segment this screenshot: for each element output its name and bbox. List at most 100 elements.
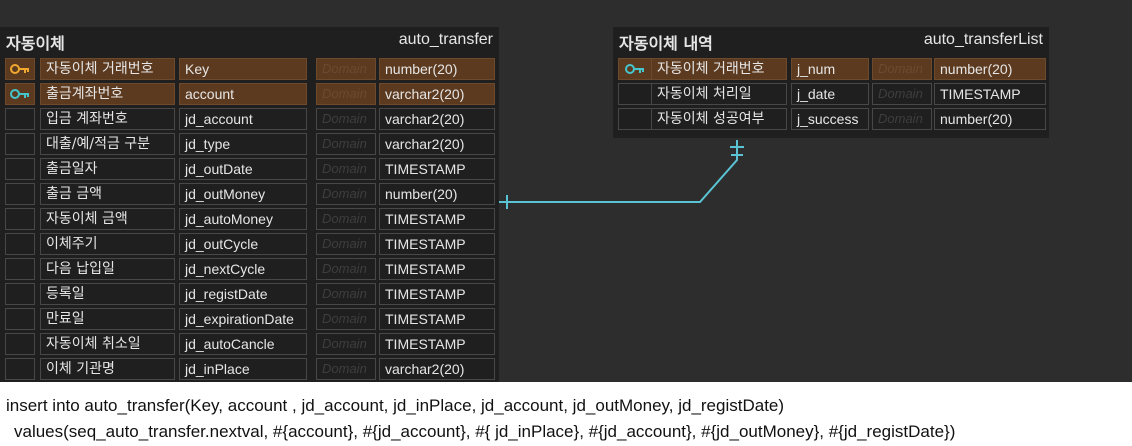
column-data-type: TIMESTAMP bbox=[379, 308, 495, 330]
column-physical-name: jd_registDate bbox=[179, 283, 307, 305]
column-row[interactable]: 자동이체 거래번호 j_num Domain number(20) bbox=[613, 57, 1049, 82]
column-domain: Domain bbox=[316, 183, 376, 205]
sql-insert-line: insert into auto_transfer(Key, account ,… bbox=[6, 396, 785, 415]
column-icon-slot bbox=[5, 133, 35, 155]
column-physical-name: j_date bbox=[791, 83, 869, 105]
column-row[interactable]: 출금일자 jd_outDate Domain TIMESTAMP bbox=[0, 157, 499, 182]
column-row[interactable]: 출금 금액 jd_outMoney Domain number(20) bbox=[0, 182, 499, 207]
column-physical-name: jd_nextCycle bbox=[179, 258, 307, 280]
column-row[interactable]: 만료일 jd_expirationDate Domain TIMESTAMP bbox=[0, 307, 499, 332]
column-logical-name: 이체 기관명 bbox=[40, 358, 175, 380]
column-physical-name: j_num bbox=[791, 58, 869, 80]
column-data-type: varchar2(20) bbox=[379, 83, 495, 105]
entity-physical-name: auto_transfer bbox=[398, 31, 493, 48]
column-domain: Domain bbox=[316, 358, 376, 380]
column-logical-name: 등록일 bbox=[40, 283, 175, 305]
column-data-type: number(20) bbox=[934, 108, 1046, 130]
column-row[interactable]: 등록일 jd_registDate Domain TIMESTAMP bbox=[0, 282, 499, 307]
column-row[interactable]: 다음 납입일 jd_nextCycle Domain TIMESTAMP bbox=[0, 257, 499, 282]
column-domain: Domain bbox=[316, 283, 376, 305]
column-row[interactable]: 자동이체 성공여부 j_success Domain number(20) bbox=[613, 107, 1049, 132]
column-logical-name: 이체주기 bbox=[40, 233, 175, 255]
column-domain: Domain bbox=[316, 58, 376, 80]
column-row[interactable]: 입금 계좌번호 jd_account Domain varchar2(20) bbox=[0, 107, 499, 132]
column-data-type: varchar2(20) bbox=[379, 133, 495, 155]
column-data-type: varchar2(20) bbox=[379, 108, 495, 130]
column-row[interactable]: 대출/예/적금 구분 jd_type Domain varchar2(20) bbox=[0, 132, 499, 157]
column-row[interactable]: 출금계좌번호 account Domain varchar2(20) bbox=[0, 82, 499, 107]
entity-logical-name: 자동이체 bbox=[6, 34, 65, 53]
column-icon-slot bbox=[5, 208, 35, 230]
column-icon-slot bbox=[5, 183, 35, 205]
entity-header: 자동이체 내역 auto_transferList bbox=[613, 27, 1049, 55]
column-domain: Domain bbox=[316, 233, 376, 255]
column-data-type: number(20) bbox=[379, 183, 495, 205]
column-logical-name: 자동이체 거래번호 bbox=[651, 58, 787, 80]
column-physical-name: jd_autoMoney bbox=[179, 208, 307, 230]
column-logical-name: 만료일 bbox=[40, 308, 175, 330]
column-data-type: TIMESTAMP bbox=[379, 258, 495, 280]
column-logical-name: 자동이체 금액 bbox=[40, 208, 175, 230]
column-row[interactable]: 자동이체 금액 jd_autoMoney Domain TIMESTAMP bbox=[0, 207, 499, 232]
column-domain: Domain bbox=[316, 158, 376, 180]
column-physical-name: jd_outMoney bbox=[179, 183, 307, 205]
column-physical-name: Key bbox=[179, 58, 307, 80]
sql-text-block: insert into auto_transfer(Key, account ,… bbox=[0, 382, 1132, 446]
column-physical-name: jd_expirationDate bbox=[179, 308, 307, 330]
column-icon-slot bbox=[5, 158, 35, 180]
column-domain: Domain bbox=[872, 83, 932, 105]
column-physical-name: jd_type bbox=[179, 133, 307, 155]
column-data-type: TIMESTAMP bbox=[379, 333, 495, 355]
column-logical-name: 자동이체 취소일 bbox=[40, 333, 175, 355]
column-data-type: TIMESTAMP bbox=[379, 208, 495, 230]
column-physical-name: jd_outDate bbox=[179, 158, 307, 180]
column-row[interactable]: 이체 기관명 jd_inPlace Domain varchar2(20) bbox=[0, 357, 499, 382]
column-logical-name: 대출/예/적금 구분 bbox=[40, 133, 175, 155]
column-icon-slot bbox=[618, 108, 652, 130]
column-physical-name: jd_inPlace bbox=[179, 358, 307, 380]
column-logical-name: 자동이체 처리일 bbox=[651, 83, 787, 105]
column-data-type: TIMESTAMP bbox=[379, 158, 495, 180]
column-list: 자동이체 거래번호 j_num Domain number(20) 자동이체 처리일 j_… bbox=[613, 57, 1049, 132]
column-logical-name: 자동이체 성공여부 bbox=[651, 108, 787, 130]
column-data-type: number(20) bbox=[934, 58, 1046, 80]
entity-auto-transfer[interactable]: 자동이체 auto_transfer 자동이체 거래번호 Key Domain num… bbox=[0, 27, 499, 382]
column-physical-name: jd_account bbox=[179, 108, 307, 130]
column-row[interactable]: 자동이체 처리일 j_date Domain TIMESTAMP bbox=[613, 82, 1049, 107]
sql-values-line: values(seq_auto_transfer.nextval, #{acco… bbox=[14, 422, 956, 441]
column-row[interactable]: 자동이체 취소일 jd_autoCancle Domain TIMESTAMP bbox=[0, 332, 499, 357]
entity-physical-name: auto_transferList bbox=[923, 31, 1043, 48]
column-list: 자동이체 거래번호 Key Domain number(20) 출금계좌번호 accoun… bbox=[0, 57, 499, 382]
column-data-type: TIMESTAMP bbox=[379, 233, 495, 255]
column-domain: Domain bbox=[316, 308, 376, 330]
column-icon-slot bbox=[5, 308, 35, 330]
column-data-type: TIMESTAMP bbox=[934, 83, 1046, 105]
column-logical-name: 출금일자 bbox=[40, 158, 175, 180]
entity-logical-name: 자동이체 내역 bbox=[619, 34, 713, 53]
column-logical-name: 출금계좌번호 bbox=[40, 83, 175, 105]
column-physical-name: account bbox=[179, 83, 307, 105]
column-data-type: number(20) bbox=[379, 58, 495, 80]
column-data-type: TIMESTAMP bbox=[379, 283, 495, 305]
column-icon-slot bbox=[5, 233, 35, 255]
entity-auto-transfer-list[interactable]: 자동이체 내역 auto_transferList 자동이체 거래번호 j_num… bbox=[613, 27, 1049, 138]
column-icon-slot bbox=[618, 83, 652, 105]
column-physical-name: jd_outCycle bbox=[179, 233, 307, 255]
column-row[interactable]: 자동이체 거래번호 Key Domain number(20) bbox=[0, 57, 499, 82]
column-data-type: varchar2(20) bbox=[379, 358, 495, 380]
column-icon-slot bbox=[5, 108, 35, 130]
column-logical-name: 출금 금액 bbox=[40, 183, 175, 205]
column-domain: Domain bbox=[316, 83, 376, 105]
column-physical-name: j_success bbox=[791, 108, 869, 130]
column-domain: Domain bbox=[872, 108, 932, 130]
key-icon-orange bbox=[5, 58, 35, 80]
column-icon-slot bbox=[5, 333, 35, 355]
column-logical-name: 다음 납입일 bbox=[40, 258, 175, 280]
entity-header: 자동이체 auto_transfer bbox=[0, 27, 499, 55]
column-domain: Domain bbox=[872, 58, 932, 80]
column-domain: Domain bbox=[316, 133, 376, 155]
column-icon-slot bbox=[5, 358, 35, 380]
key-icon-teal bbox=[5, 83, 35, 105]
column-row[interactable]: 이체주기 jd_outCycle Domain TIMESTAMP bbox=[0, 232, 499, 257]
column-logical-name: 자동이체 거래번호 bbox=[40, 58, 175, 80]
